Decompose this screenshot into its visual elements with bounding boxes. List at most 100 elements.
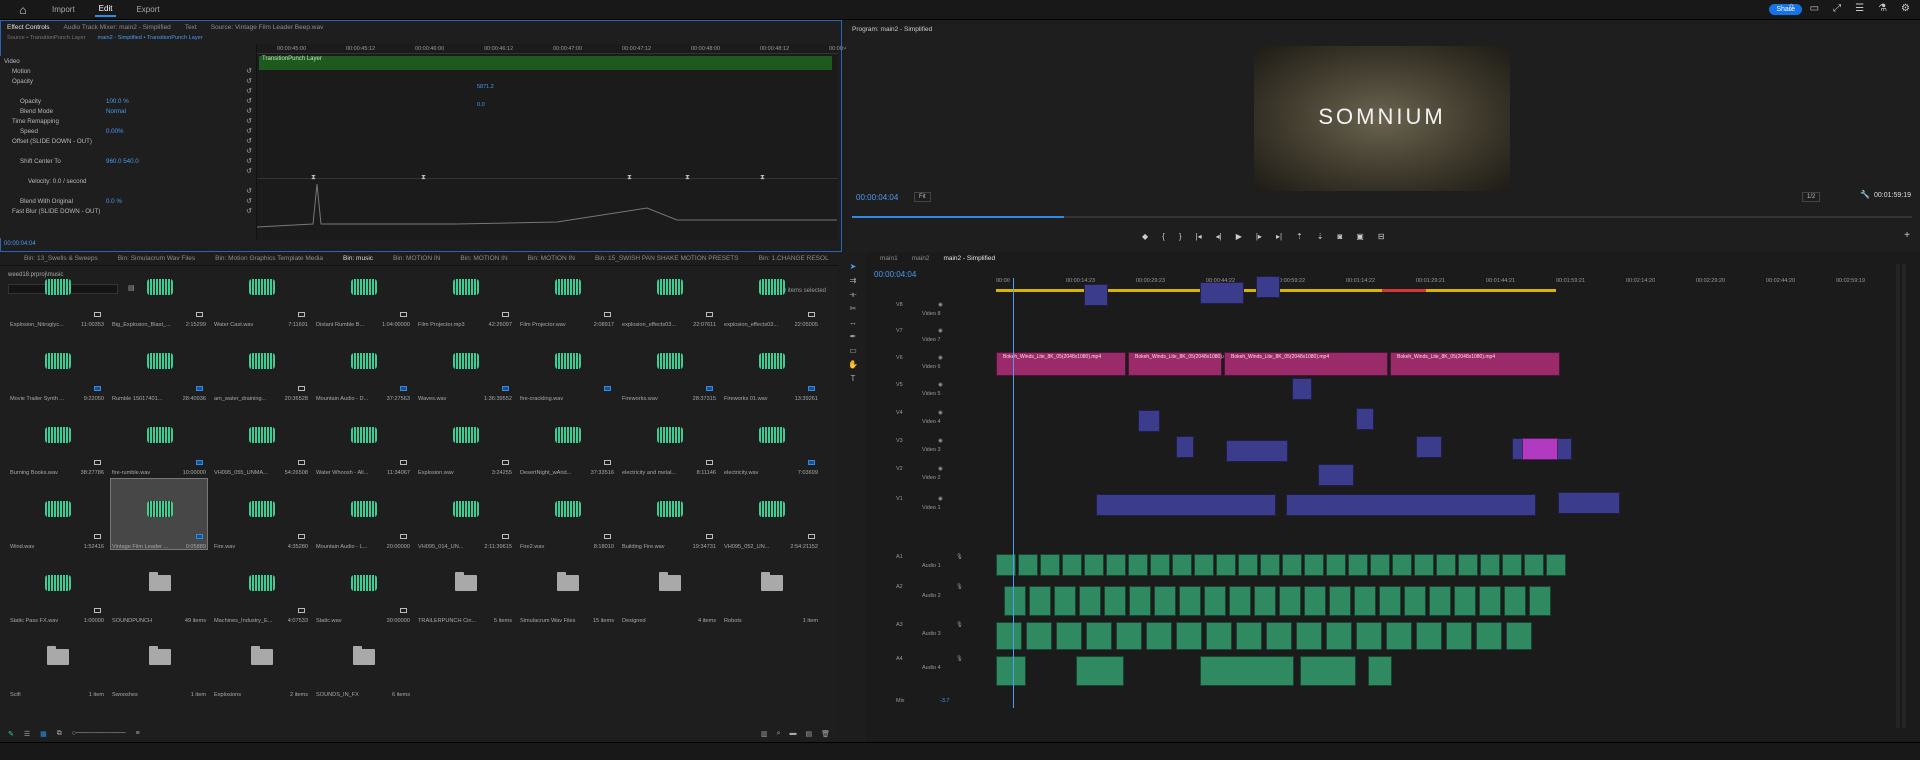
camera-icon[interactable]: ◙ [1337,232,1342,241]
effect-timecode[interactable]: 00:00:04:04 [4,241,36,247]
project-item[interactable] [740,342,804,380]
tab-audio-mixer[interactable]: Audio Track Mixer: main2 - Simplified [64,24,171,31]
audio-clip[interactable] [1524,554,1544,576]
keyframe-icon[interactable]: ⧗ [627,173,632,181]
audio-clip[interactable] [1029,586,1051,616]
audio-clip[interactable] [1018,554,1038,576]
fit-dropdown[interactable]: Fit [914,192,931,202]
sequence-tab[interactable]: main2 [912,255,930,262]
razor-icon[interactable]: ✂ [846,304,860,313]
track-eye-icon[interactable]: ◉ [938,302,943,308]
adjustment-clip[interactable] [1522,438,1558,460]
add-button-icon[interactable]: + [1904,230,1910,241]
project-item[interactable] [434,564,498,602]
audio-clip[interactable] [1480,554,1500,576]
bokeh-clip[interactable]: Bokeh_Winds_Lite_8K_05(2048x1080).mp4 [1128,352,1233,376]
project-item[interactable] [638,268,702,306]
video-clip[interactable] [1558,492,1620,514]
audio-clip[interactable] [1326,622,1352,650]
video-track-header[interactable]: V8 [896,302,903,308]
video-track-header[interactable]: V1 [896,496,903,502]
audio-clip[interactable] [1260,554,1280,576]
project-item[interactable] [230,268,294,306]
ripple-edit-icon[interactable]: ⟛ [846,290,860,300]
bokeh-clip[interactable]: Bokeh_Winds_Lite_8K_05(2048x1080).mp4 [1390,352,1560,376]
project-item[interactable] [26,268,90,306]
go-to-out-icon[interactable]: ▸| [1276,232,1282,241]
audio-clip[interactable] [1348,554,1368,576]
hand-icon[interactable]: ✋ [846,360,860,369]
quick-export-icon[interactable]: ⇪ [1787,3,1795,14]
reset-icon[interactable]: ↺ [246,137,252,145]
audio-clip[interactable] [1416,622,1442,650]
step-forward-icon[interactable]: |▸ [1256,232,1262,241]
audio-clip[interactable] [1279,586,1301,616]
project-item[interactable] [128,490,192,528]
audio-clip[interactable] [1386,622,1412,650]
video-clip[interactable] [1138,410,1160,432]
lab-icon[interactable]: ⚗ [1878,3,1887,14]
video-clip[interactable] [1286,494,1536,516]
reset-icon[interactable]: ↺ [246,77,252,85]
mic-icon[interactable]: 🎙 [956,584,963,590]
reset-icon[interactable]: ↺ [246,107,252,115]
comparison-icon[interactable]: ▣ [1356,232,1364,241]
audio-clip[interactable] [1194,554,1214,576]
trim-icon[interactable]: ⊟ [1378,232,1385,241]
audio-clip[interactable] [1254,586,1276,616]
effect-row[interactable]: Shift Center To 960.0 540.0 ↺ [0,156,256,166]
audio-track-header[interactable]: A1 [896,554,903,560]
project-item[interactable] [128,416,192,454]
reset-icon[interactable]: ↺ [246,197,252,205]
project-item[interactable] [230,342,294,380]
track-eye-icon[interactable]: ◉ [938,328,943,334]
home-icon[interactable]: ⌂ [14,1,32,19]
audio-clip[interactable] [1106,554,1126,576]
reset-icon[interactable]: ↺ [246,127,252,135]
video-clip[interactable] [1096,494,1276,516]
audio-clip[interactable] [1479,586,1501,616]
reset-icon[interactable]: ↺ [246,147,252,155]
workspace-import[interactable]: Import [48,3,79,16]
project-item[interactable] [332,268,396,306]
effect-row[interactable]: Blend With Original 0.0 % ↺ [0,196,256,206]
project-item[interactable] [26,416,90,454]
bin-tab[interactable]: Bin: Simulacrum Wav Files [118,255,195,262]
playback-progress[interactable] [852,216,1064,218]
project-item[interactable] [332,416,396,454]
mic-icon[interactable]: 🎙 [956,554,963,560]
audio-clip[interactable] [996,622,1022,650]
step-back-icon[interactable]: ◂| [1216,232,1222,241]
audio-track-header[interactable]: A3 [896,622,903,628]
project-item[interactable] [638,416,702,454]
audio-clip[interactable] [1062,554,1082,576]
audio-clip[interactable] [1436,554,1456,576]
track-eye-icon[interactable]: ◉ [938,355,943,361]
video-clip[interactable] [1356,408,1374,430]
list-view-icon[interactable]: ☰ [24,730,30,738]
in-point-icon[interactable]: { [1162,232,1165,241]
audio-clip[interactable] [1506,622,1532,650]
audio-clip[interactable] [1404,586,1426,616]
playhead[interactable] [1013,278,1014,708]
zoom-slider[interactable]: ○────────── [72,730,126,738]
project-item[interactable] [128,638,192,676]
video-track-header[interactable]: V7 [896,328,903,334]
track-eye-icon[interactable]: ◉ [938,496,943,502]
effect-row-value[interactable]: 0.0 % [106,198,122,205]
wrench-icon[interactable]: 🔧 [1860,190,1870,199]
effect-row[interactable]: Opacity 100.0 % ↺ [0,96,256,106]
resolution-dropdown[interactable]: 1/2 [1802,192,1821,202]
audio-clip[interactable] [1266,622,1292,650]
audio-clip[interactable] [1354,586,1376,616]
effect-row[interactable]: ↺ [0,186,256,196]
effect-row-value[interactable]: Normal [106,108,126,115]
effect-row[interactable]: Speed 0.00% ↺ [0,126,256,136]
effect-row[interactable]: ↺ [0,146,256,156]
sequence-clip-line[interactable]: main2 - Simplified • TransitionPunch Lay… [97,35,202,41]
audio-track-header[interactable]: A2 [896,584,903,590]
bin-tab[interactable]: Bin: 15_SWISH PAN SHAKE MOTION PRESETS [595,255,739,262]
trash-icon[interactable]: 🗑 [821,730,830,738]
keyframe-icon[interactable]: ⧗ [421,173,426,181]
automate-icon[interactable]: ▥ [761,730,768,738]
